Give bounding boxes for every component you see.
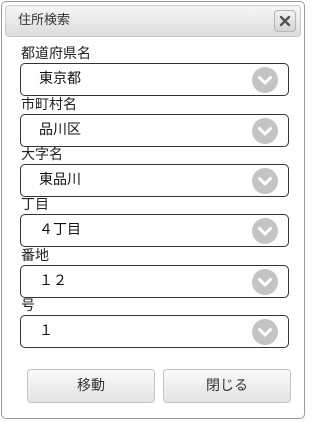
chome-value: ４丁目	[39, 222, 81, 238]
banchi-label: 番地	[21, 248, 49, 264]
chevron-down-icon[interactable]	[252, 118, 278, 144]
oaza-value: 東品川	[39, 172, 81, 188]
close-dialog-button[interactable]: 閉じる	[163, 369, 291, 403]
banchi-value: １２	[39, 273, 67, 289]
close-x-icon	[279, 15, 291, 27]
chevron-down-icon[interactable]	[252, 168, 278, 194]
close-button[interactable]	[274, 10, 296, 32]
go-value: １	[39, 323, 53, 339]
city-value: 品川区	[39, 122, 81, 138]
chevron-down-icon[interactable]	[252, 319, 278, 345]
chevron-down-icon[interactable]	[252, 67, 278, 93]
oaza-select[interactable]: 東品川	[20, 164, 289, 197]
dialog-title: 住所検索	[18, 13, 71, 28]
chevron-down-icon[interactable]	[252, 269, 278, 295]
prefecture-select[interactable]: 東京都	[20, 63, 289, 96]
chevron-down-icon[interactable]	[252, 218, 278, 244]
chome-label: 丁目	[21, 197, 49, 213]
prefecture-value: 東京都	[39, 71, 81, 87]
dialog-titlebar[interactable]: 住所検索	[5, 5, 301, 37]
go-label: 号	[21, 298, 35, 314]
go-select[interactable]: １	[20, 315, 289, 348]
address-search-dialog: 住所検索 都道府県名 東京都 市町村名 品川区 大字名 東品川 丁目 ４丁目 番…	[1, 1, 305, 419]
move-button[interactable]: 移動	[27, 369, 155, 403]
banchi-select[interactable]: １２	[20, 265, 289, 298]
chome-select[interactable]: ４丁目	[20, 214, 289, 247]
city-select[interactable]: 品川区	[20, 114, 289, 147]
city-label: 市町村名	[21, 97, 77, 113]
prefecture-label: 都道府県名	[21, 46, 91, 62]
oaza-label: 大字名	[21, 147, 63, 163]
